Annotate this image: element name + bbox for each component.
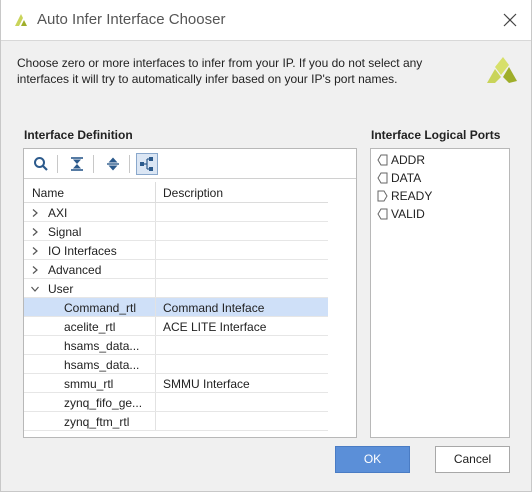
ok-button[interactable]: OK <box>335 446 410 473</box>
row-name: Advanced <box>48 263 102 277</box>
tree-row-zynq-ftm-rtl[interactable]: zynq_ftm_rtl <box>24 412 328 431</box>
toolbar-separator <box>57 155 58 173</box>
column-header-description[interactable]: Description <box>163 186 223 200</box>
row-name: User <box>48 282 74 296</box>
column-divider[interactable] <box>155 182 156 202</box>
row-name: acelite_rtl <box>64 320 116 334</box>
xilinx-brand-logo-icon <box>487 57 517 83</box>
row-name: Signal <box>48 225 82 239</box>
chevron-right-icon[interactable] <box>30 208 40 218</box>
column-header-name[interactable]: Name <box>32 186 64 200</box>
row-description: ACE LITE Interface <box>163 320 267 334</box>
interface-definition-label: Interface Definition <box>24 128 133 142</box>
dialog-description: Choose zero or more interfaces to infer … <box>17 56 423 86</box>
toolbar-separator <box>129 155 130 173</box>
chevron-right-icon[interactable] <box>30 246 40 256</box>
cell-divider <box>155 203 156 221</box>
cell-divider <box>155 260 156 278</box>
chevron-right-icon[interactable] <box>30 265 40 275</box>
search-icon <box>34 157 48 171</box>
cell-divider <box>155 317 156 335</box>
tree-row-axi[interactable]: AXI <box>24 203 328 222</box>
chevron-down-icon[interactable] <box>30 284 40 294</box>
port-name: DATA <box>391 171 422 185</box>
tree-row-command-rtl[interactable]: Command_rtl Command Inteface <box>24 298 328 317</box>
row-name: zynq_ftm_rtl <box>64 415 130 429</box>
expand-all-icon <box>107 157 119 171</box>
cell-divider <box>155 374 156 392</box>
tree-row-signal[interactable]: Signal <box>24 222 328 241</box>
search-button[interactable] <box>30 153 52 175</box>
input-port-icon <box>377 154 388 166</box>
row-name: hsams_data... <box>64 339 140 353</box>
table-header: Name Description <box>24 182 328 203</box>
cell-divider <box>155 336 156 354</box>
toolbar-separator <box>93 155 94 173</box>
definition-toolbar <box>24 149 356 179</box>
input-port-icon <box>377 172 388 184</box>
cell-divider <box>155 412 156 430</box>
auto-infer-interface-dialog: Auto Infer Interface Chooser Choose zero… <box>0 0 532 492</box>
cell-divider <box>155 279 156 297</box>
row-name: IO Interfaces <box>48 244 117 258</box>
row-description: SMMU Interface <box>163 377 250 391</box>
title-bar: Auto Infer Interface Chooser <box>1 0 531 41</box>
row-name: zynq_fifo_ge... <box>64 396 143 410</box>
tree-row-hsams-data-2[interactable]: hsams_data... <box>24 355 328 374</box>
tree-row-zynq-fifo-ge[interactable]: zynq_fifo_ge... <box>24 393 328 412</box>
interface-logical-ports-label: Interface Logical Ports <box>371 128 501 142</box>
expand-all-button[interactable] <box>102 153 124 175</box>
cell-divider <box>155 393 156 411</box>
cancel-button[interactable]: Cancel <box>435 446 510 473</box>
tree-row-acelite-rtl[interactable]: acelite_rtl ACE LITE Interface <box>24 317 328 336</box>
row-name: Command_rtl <box>64 301 137 315</box>
window-title: Auto Infer Interface Chooser <box>37 11 226 28</box>
collapse-all-icon <box>71 157 83 171</box>
close-icon[interactable] <box>499 9 521 31</box>
tree-row-hsams-data-1[interactable]: hsams_data... <box>24 336 328 355</box>
hierarchy-view-icon <box>140 157 153 171</box>
row-name: smmu_rtl <box>64 377 114 391</box>
tree-row-io-interfaces[interactable]: IO Interfaces <box>24 241 328 260</box>
collapse-all-button[interactable] <box>66 153 88 175</box>
chevron-right-icon[interactable] <box>30 227 40 237</box>
port-name: VALID <box>391 207 425 221</box>
cell-divider <box>155 222 156 240</box>
tree-row-user[interactable]: User <box>24 279 328 298</box>
cell-divider <box>155 298 156 316</box>
row-description: Command Inteface <box>163 301 265 315</box>
cell-divider <box>155 241 156 259</box>
xilinx-logo-icon <box>15 14 27 26</box>
tree-row-advanced[interactable]: Advanced <box>24 260 328 279</box>
row-name: AXI <box>48 206 68 220</box>
interface-definition-panel: Name Description AXI Signal IO Interface… <box>23 148 357 438</box>
row-name: hsams_data... <box>64 358 140 372</box>
input-port-icon <box>377 208 388 220</box>
interface-logical-ports-panel: ADDR DATA READY VALID <box>370 148 510 438</box>
tree-row-smmu-rtl[interactable]: smmu_rtl SMMU Interface <box>24 374 328 393</box>
hierarchy-view-button[interactable] <box>136 153 158 175</box>
port-name: ADDR <box>391 153 426 167</box>
interface-definition-table: Name Description AXI Signal IO Interface… <box>24 182 328 431</box>
cell-divider <box>155 355 156 373</box>
port-name: READY <box>391 189 433 203</box>
output-port-icon <box>377 190 388 202</box>
